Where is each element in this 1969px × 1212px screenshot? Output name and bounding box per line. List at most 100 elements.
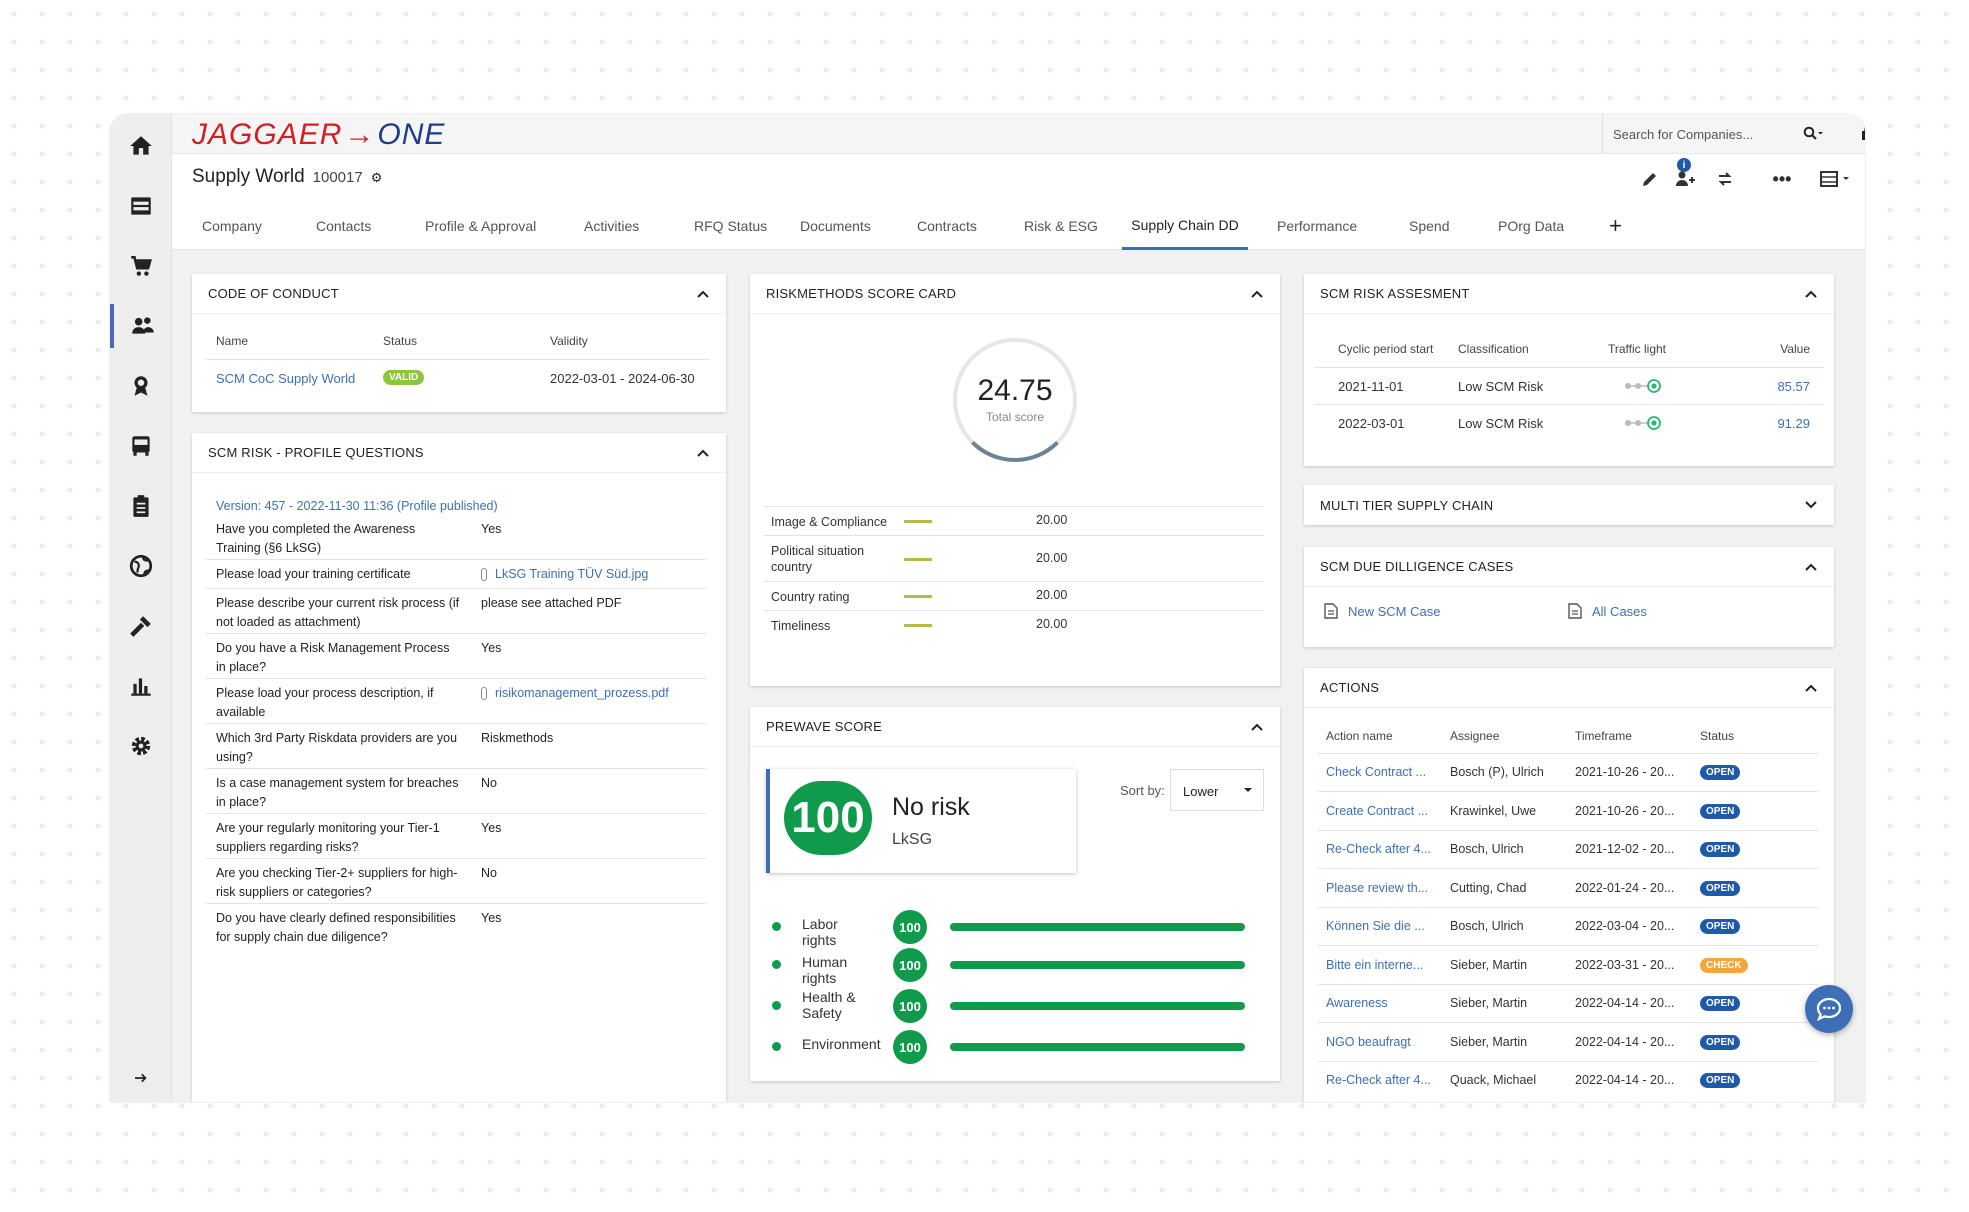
chevron-up-icon[interactable] bbox=[1804, 287, 1818, 301]
coc-link[interactable]: SCM CoC Supply World bbox=[216, 371, 355, 386]
chat-button[interactable] bbox=[1805, 985, 1853, 1033]
chevron-up-icon[interactable] bbox=[1250, 720, 1264, 734]
page-title: Supply World 100017 ⚙ bbox=[192, 166, 382, 188]
tab-contacts[interactable]: Contacts bbox=[316, 202, 371, 250]
status-badge: OPEN bbox=[1700, 1034, 1741, 1050]
action-name-link[interactable]: Können Sie die ... bbox=[1326, 919, 1425, 933]
action-row[interactable]: Please review th... Cutting, Chad 2022-01-… bbox=[1318, 870, 1818, 908]
tab-profile-approval[interactable]: Profile & Approval bbox=[425, 202, 536, 250]
action-row[interactable]: Re-Check after 4... Bosch, Ulrich 2021-12-… bbox=[1318, 831, 1818, 869]
jaggaer-logo[interactable]: JAGGAER → ONE bbox=[192, 118, 445, 151]
attachment-link[interactable]: LkSG Training TÜV Süd.jpg bbox=[481, 565, 648, 584]
action-row[interactable]: Check Contract ... Bosch (P), Ulrich 2021-… bbox=[1318, 754, 1818, 792]
cart-icon[interactable] bbox=[110, 244, 172, 288]
profile-version-link[interactable]: Version: 457 - 2022-11-30 11:36 (Profile… bbox=[216, 499, 498, 513]
score-label: Image & Compliance bbox=[771, 515, 888, 529]
question-text: Please load your process description, if… bbox=[216, 686, 434, 719]
panel-title: SCM RISK - PROFILE QUESTIONS bbox=[208, 445, 424, 460]
chevron-up-icon[interactable] bbox=[696, 446, 710, 460]
tab-activities[interactable]: Activities bbox=[584, 202, 639, 250]
bus-icon[interactable] bbox=[110, 424, 172, 468]
settings-icon[interactable] bbox=[110, 724, 172, 768]
expand-sidebar-icon[interactable] bbox=[110, 1060, 172, 1096]
document-icon bbox=[1568, 603, 1582, 619]
action-name-link[interactable]: Create Contract ... bbox=[1326, 804, 1428, 818]
panel-header: PREWAVE SCORE bbox=[750, 707, 1280, 747]
prewave-label: Human rights bbox=[802, 954, 848, 986]
chevron-down-icon[interactable] bbox=[1804, 498, 1818, 512]
question-text: Are your regularly monitoring your Tier-… bbox=[216, 821, 440, 854]
edit-icon[interactable] bbox=[1637, 166, 1663, 192]
action-row[interactable]: NGO beaufragt Sieber, Martin 2022-04-14 - … bbox=[1318, 1024, 1818, 1062]
question-text: Is a case management system for breaches… bbox=[216, 776, 459, 809]
risk-value-link[interactable]: 85.57 bbox=[1777, 379, 1810, 394]
status-badge: OPEN bbox=[1700, 880, 1741, 896]
attachment-link[interactable]: risikomanagement_prozess.pdf bbox=[481, 684, 669, 703]
tab-documents[interactable]: Documents bbox=[800, 202, 871, 250]
clipboard-icon[interactable] bbox=[110, 484, 172, 528]
search-icon[interactable] bbox=[1803, 126, 1823, 142]
action-row[interactable]: Können Sie die ... Bosch, Ulrich 2022-03-0… bbox=[1318, 908, 1818, 946]
tab-rfq-status[interactable]: RFQ Status bbox=[694, 202, 767, 250]
settings-small-icon[interactable]: ⚙ bbox=[371, 170, 383, 185]
new-scm-case-link[interactable]: New SCM Case bbox=[1324, 603, 1440, 619]
prewave-item-score: 100 bbox=[893, 948, 927, 982]
add-user-icon[interactable] bbox=[1672, 166, 1698, 192]
windows-icon[interactable] bbox=[1857, 122, 1865, 146]
score-dash bbox=[904, 624, 932, 627]
question-row: Which 3rd Party Riskdata providers are y… bbox=[206, 724, 706, 769]
tab-supply-chain-dd[interactable]: Supply Chain DD bbox=[1122, 202, 1248, 250]
action-row[interactable]: Create Contract ... Krawinkel, Uwe 2021-10… bbox=[1318, 793, 1818, 831]
tab-porg-data[interactable]: POrg Data bbox=[1498, 202, 1564, 250]
action-row[interactable]: Awareness Sieber, Martin 2022-04-14 - 20..… bbox=[1318, 985, 1818, 1023]
prewave-item-score: 100 bbox=[893, 1030, 927, 1064]
tab-risk-esg[interactable]: Risk & ESG bbox=[1024, 202, 1098, 250]
chevron-up-icon[interactable] bbox=[1804, 681, 1818, 695]
home-icon[interactable] bbox=[110, 124, 172, 168]
traffic-light-icon bbox=[1624, 378, 1664, 394]
chart-icon[interactable] bbox=[110, 664, 172, 708]
column-header: Action name bbox=[1326, 729, 1393, 743]
panel-title: ACTIONS bbox=[1320, 680, 1380, 695]
company-search-input[interactable]: Search for Companies... bbox=[1602, 114, 1837, 154]
tab-contracts[interactable]: Contracts bbox=[917, 202, 977, 250]
action-name-link[interactable]: Bitte ein interne... bbox=[1326, 958, 1423, 972]
sort-select[interactable]: Lower bbox=[1170, 769, 1264, 811]
risk-value-link[interactable]: 91.29 bbox=[1777, 416, 1810, 431]
action-name-link[interactable]: Check Contract ... bbox=[1326, 765, 1426, 779]
action-name-link[interactable]: NGO beaufragt bbox=[1326, 1035, 1411, 1049]
action-name-link[interactable]: Awareness bbox=[1326, 996, 1388, 1010]
tab-company[interactable]: Company bbox=[202, 202, 262, 250]
action-name-link[interactable]: Re-Check after 4... bbox=[1326, 1073, 1431, 1087]
award-icon[interactable] bbox=[110, 364, 172, 408]
tab-performance[interactable]: Performance bbox=[1277, 202, 1357, 250]
status-badge: CHECK bbox=[1700, 957, 1748, 973]
more-options-icon[interactable]: ••• bbox=[1769, 166, 1795, 192]
globe-icon[interactable] bbox=[110, 544, 172, 588]
table-row: 2021-11-01 Low SCM Risk 85.57 bbox=[1314, 368, 1824, 405]
chevron-up-icon[interactable] bbox=[1250, 287, 1264, 301]
swap-icon[interactable] bbox=[1712, 166, 1738, 192]
status-badge: OPEN bbox=[1700, 765, 1741, 780]
action-row[interactable]: Re-Check after 4... Quack, Michael 2022-04… bbox=[1318, 1062, 1818, 1100]
column-header: Timeframe bbox=[1575, 729, 1632, 743]
action-name-link[interactable]: Re-Check after 4... bbox=[1326, 842, 1431, 856]
all-cases-link[interactable]: All Cases bbox=[1568, 603, 1647, 619]
column-header: Traffic light bbox=[1608, 342, 1667, 356]
chevron-up-icon[interactable] bbox=[1804, 560, 1818, 574]
assignee: Quack, Michael bbox=[1450, 1073, 1537, 1087]
add-tab-button[interactable]: + bbox=[1609, 202, 1622, 250]
tab-spend[interactable]: Spend bbox=[1409, 202, 1449, 250]
chevron-up-icon[interactable] bbox=[696, 287, 710, 301]
column-header: Cyclic period start bbox=[1338, 342, 1434, 356]
list-view-icon[interactable] bbox=[1817, 166, 1857, 192]
hammer-icon[interactable] bbox=[110, 604, 172, 648]
action-row[interactable]: Bitte ein interne... Sieber, Martin 2022-0… bbox=[1318, 947, 1818, 985]
prewave-progress-bar bbox=[950, 961, 1245, 969]
suppliers-icon[interactable] bbox=[110, 304, 172, 348]
action-name-link[interactable]: Please review th... bbox=[1326, 881, 1428, 895]
panel-header[interactable]: MULTI TIER SUPPLY CHAIN bbox=[1304, 485, 1834, 525]
panel-title: SCM DUE DILLIGENCE CASES bbox=[1320, 559, 1514, 574]
score-value: 20.00 bbox=[1036, 617, 1068, 631]
dashboard-icon[interactable] bbox=[110, 184, 172, 228]
